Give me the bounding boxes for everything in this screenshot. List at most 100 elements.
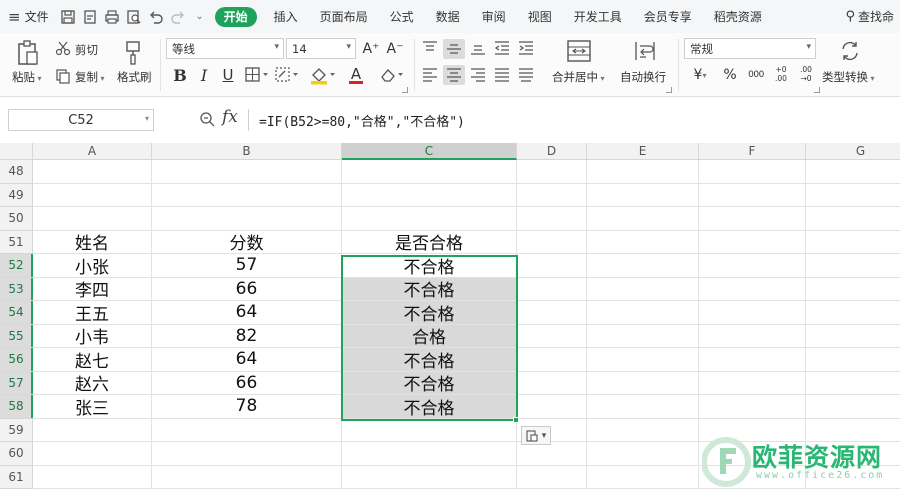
grid-cell[interactable] — [152, 465, 342, 489]
column-header-g[interactable]: G — [806, 143, 900, 160]
cut-icon[interactable] — [54, 40, 72, 56]
name-cell[interactable]: 张三 — [33, 395, 152, 419]
save-icon[interactable] — [57, 0, 79, 33]
grid-cell[interactable] — [342, 418, 517, 442]
grid-cell[interactable] — [699, 418, 806, 442]
grid-cell[interactable] — [517, 395, 587, 419]
tab-review[interactable]: 审阅 — [471, 0, 517, 33]
type-convert-icon[interactable] — [838, 39, 862, 63]
grid-cell[interactable] — [342, 160, 517, 184]
grid-cell[interactable] — [587, 371, 699, 395]
grid-cell[interactable] — [517, 324, 587, 348]
grid-cell[interactable] — [806, 278, 900, 301]
wrap-text-icon[interactable] — [632, 39, 658, 63]
grid-cell[interactable] — [152, 183, 342, 207]
paste-icon[interactable] — [14, 39, 42, 67]
percent-button[interactable]: % — [720, 65, 740, 85]
result-cell[interactable]: 不合格 — [342, 277, 517, 301]
grid-cell[interactable] — [806, 301, 900, 325]
row-header[interactable]: 57 — [0, 371, 33, 395]
file-menu[interactable]: 文件 — [25, 0, 57, 33]
grid-cell[interactable] — [517, 348, 587, 372]
zoom-icon[interactable] — [198, 110, 216, 128]
grid-cell[interactable] — [33, 207, 152, 231]
export-pdf-icon[interactable] — [79, 0, 101, 33]
row-header[interactable]: 61 — [0, 465, 33, 489]
grid-cell[interactable] — [806, 348, 900, 372]
align-bottom-icon[interactable] — [468, 39, 488, 57]
column-header-b[interactable]: B — [152, 143, 342, 160]
grid-cell[interactable] — [806, 254, 900, 278]
font-dialog-launcher[interactable] — [402, 87, 408, 93]
fill-handle[interactable] — [513, 417, 519, 423]
align-left-icon[interactable] — [420, 66, 440, 84]
column-header-f[interactable]: F — [699, 143, 806, 160]
grid-cell[interactable] — [33, 160, 152, 184]
grid-cell[interactable] — [806, 207, 900, 231]
row-header[interactable]: 55 — [0, 324, 33, 348]
grid-cell[interactable] — [342, 207, 517, 231]
grid-cell[interactable] — [152, 160, 342, 184]
grid-cell[interactable] — [517, 371, 587, 395]
result-cell[interactable]: 不合格 — [342, 254, 517, 278]
grid-cell[interactable] — [587, 465, 699, 489]
grid-cell[interactable] — [587, 183, 699, 207]
grid-cell[interactable] — [517, 465, 587, 489]
result-cell[interactable]: 不合格 — [342, 348, 517, 372]
grid-cell[interactable] — [587, 301, 699, 325]
decrease-indent-icon[interactable] — [492, 39, 512, 57]
row-header[interactable]: 59 — [0, 418, 33, 442]
row-header[interactable]: 60 — [0, 442, 33, 466]
grid-cell[interactable] — [699, 348, 806, 372]
undo-icon[interactable] — [145, 0, 167, 33]
tab-start[interactable]: 开始 — [214, 6, 257, 27]
cell-style-icon[interactable] — [274, 65, 300, 85]
tab-member[interactable]: 会员专享 — [633, 0, 703, 33]
grid-cell[interactable] — [587, 395, 699, 419]
underline-button[interactable]: U — [218, 64, 238, 86]
grid-cell[interactable] — [699, 442, 806, 466]
grid-cell[interactable] — [699, 207, 806, 231]
align-middle-icon[interactable] — [443, 39, 465, 59]
align-top-icon[interactable] — [420, 39, 440, 57]
score-cell[interactable]: 64 — [152, 348, 342, 372]
score-cell[interactable]: 66 — [152, 371, 342, 395]
score-cell[interactable]: 64 — [152, 301, 342, 325]
grid-cell[interactable] — [517, 230, 587, 254]
format-painter-icon[interactable] — [122, 39, 144, 67]
grid-cell[interactable] — [33, 442, 152, 466]
grid-cell[interactable] — [587, 324, 699, 348]
borders-icon[interactable] — [244, 65, 270, 85]
grid-cell[interactable] — [587, 418, 699, 442]
bold-button[interactable]: B — [170, 64, 190, 86]
hamburger-menu-icon[interactable]: ≡ — [0, 0, 25, 33]
grid-cell[interactable] — [699, 277, 806, 301]
grid-cell[interactable] — [587, 254, 699, 278]
shrink-font-icon[interactable]: A⁻ — [385, 39, 405, 59]
wrap-text-button[interactable]: 自动换行 — [620, 69, 666, 85]
result-cell[interactable]: 不合格 — [342, 371, 517, 395]
formula-input[interactable]: =IF(B52>=80,"合格","不合格") — [248, 109, 900, 131]
column-header-c[interactable]: C — [342, 143, 517, 160]
increase-decimal-button[interactable]: +0 .00 — [770, 61, 792, 87]
align-center-icon[interactable] — [443, 65, 465, 85]
grid-cell[interactable] — [806, 325, 900, 348]
grid-cell[interactable] — [806, 184, 900, 207]
grid-cell[interactable] — [699, 230, 806, 254]
tab-view[interactable]: 视图 — [517, 0, 563, 33]
alignment-dialog-launcher[interactable] — [666, 87, 672, 93]
grid-cell[interactable] — [517, 277, 587, 301]
grid-cell[interactable] — [587, 207, 699, 231]
tab-docer-resources[interactable]: 稻壳资源 — [703, 0, 773, 33]
grid-cell[interactable] — [152, 418, 342, 442]
clear-format-icon[interactable] — [378, 65, 406, 85]
tab-data[interactable]: 数据 — [425, 0, 471, 33]
name-cell[interactable]: 赵七 — [33, 348, 152, 372]
row-header[interactable]: 56 — [0, 348, 33, 372]
grid-cell[interactable] — [33, 418, 152, 442]
name-cell[interactable]: 王五 — [33, 301, 152, 325]
italic-button[interactable]: I — [194, 64, 214, 86]
score-cell[interactable]: 57 — [152, 254, 342, 278]
grid-cell[interactable] — [699, 371, 806, 395]
name-box[interactable]: C52 ▾ — [8, 109, 154, 131]
